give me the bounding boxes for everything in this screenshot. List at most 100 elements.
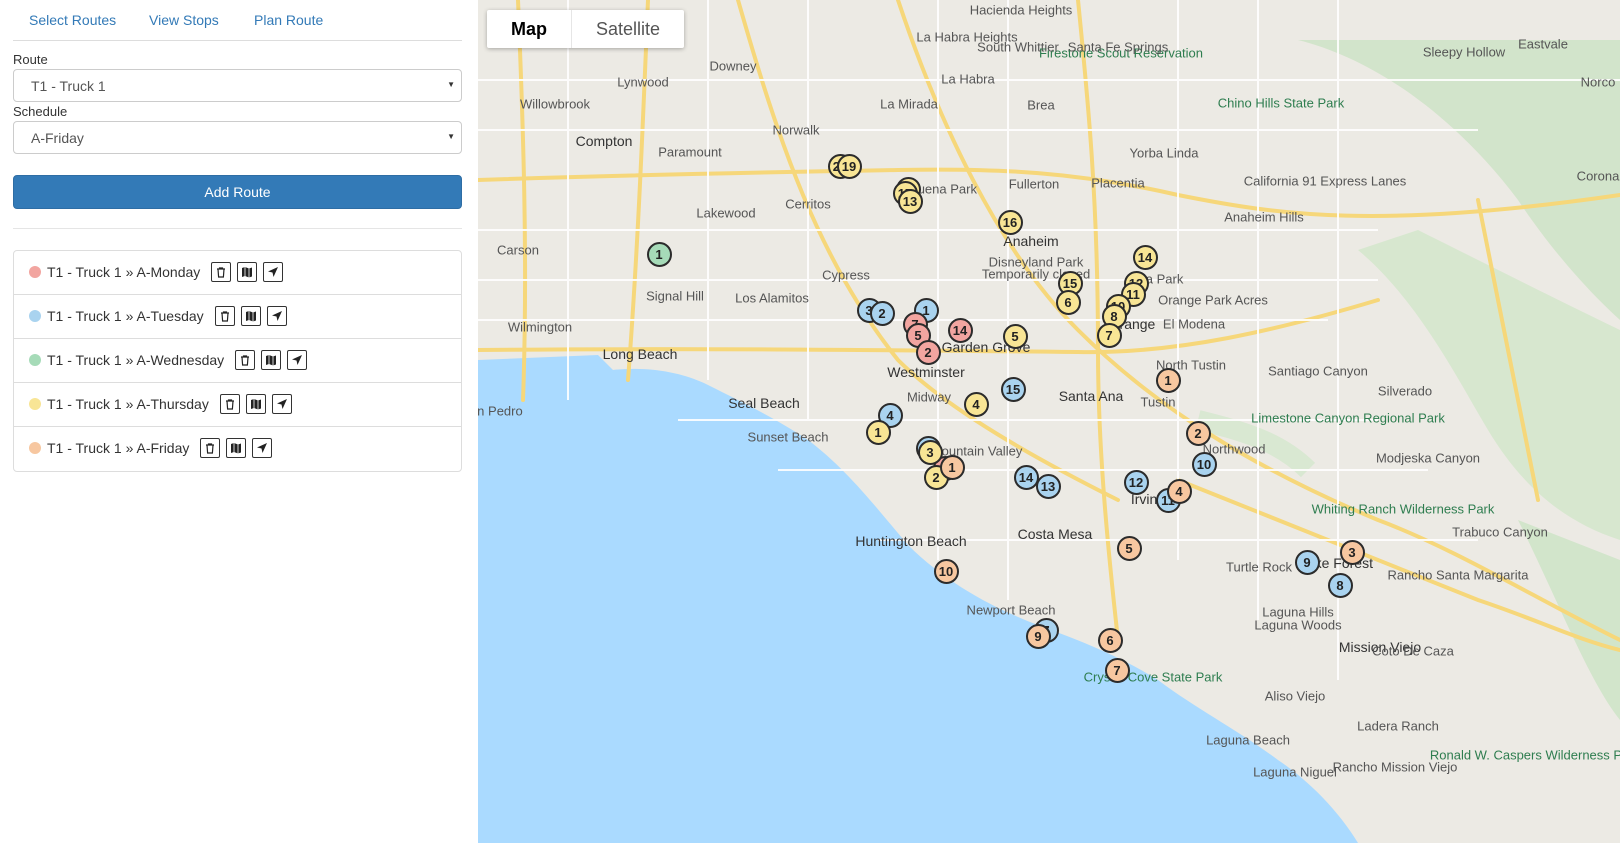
map-place-label: Cerritos: [785, 196, 831, 212]
nav-plan-route[interactable]: Plan Route: [254, 12, 323, 28]
map-place-label: Compton: [575, 133, 633, 149]
stop-marker[interactable]: 4: [963, 391, 989, 417]
map-place-label: Cypress: [822, 267, 870, 283]
map-place-label: Coto De Caza: [1372, 643, 1454, 659]
schedule-label: Schedule: [13, 104, 68, 119]
navigate-button[interactable]: [271, 394, 292, 414]
map[interactable]: Map Satellite Downey Norwalk Paramount Comp…: [478, 0, 1620, 843]
route-item-label: T1 - Truck 1 » A-Friday: [47, 440, 190, 456]
stop-marker[interactable]: 5: [1116, 535, 1142, 561]
navigate-button[interactable]: [252, 438, 273, 458]
navigate-button[interactable]: [287, 350, 308, 370]
route-item-label: T1 - Truck 1 » A-Tuesday: [47, 308, 204, 324]
route-list-item: T1 - Truck 1 » A-Monday: [14, 251, 461, 295]
stop-marker[interactable]: 6: [1055, 289, 1081, 315]
map-place-label: Chino Hills State Park: [1217, 95, 1345, 111]
delete-route-button[interactable]: [219, 394, 240, 414]
schedule-select-value: A-Friday: [31, 130, 84, 146]
map-place-label: Anaheim Hills: [1224, 209, 1304, 225]
map-place-label: Laguna Niguel: [1253, 764, 1337, 780]
stop-marker[interactable]: 6: [1097, 627, 1123, 653]
stop-marker[interactable]: 19: [836, 153, 862, 179]
map-place-label: La Habra Heights: [916, 29, 1018, 45]
map-place-label: Norco: [1580, 74, 1616, 90]
stop-marker[interactable]: 1: [646, 241, 672, 267]
route-label: Route: [13, 52, 48, 67]
map-place-label: Anaheim: [1003, 233, 1059, 249]
route-row: T1 - Truck 1 » A-Monday: [29, 262, 284, 282]
stop-marker[interactable]: 2: [915, 339, 941, 365]
map-place-label: Rancho Santa Margarita: [1387, 567, 1529, 583]
map-place-label: Westminster: [887, 364, 965, 380]
map-place-label: Costa Mesa: [1017, 526, 1093, 542]
delete-route-button[interactable]: [214, 306, 235, 326]
navigate-arrow-icon: [271, 310, 283, 322]
stop-marker[interactable]: 13: [1035, 473, 1061, 499]
route-list-item: T1 - Truck 1 » A-Friday: [14, 427, 461, 471]
route-item-label: T1 - Truck 1 » A-Wednesday: [47, 352, 225, 368]
nav-select-routes[interactable]: Select Routes: [29, 12, 116, 28]
stop-marker[interactable]: 14: [947, 317, 973, 343]
route-color-dot: [29, 398, 41, 410]
map-icon: [230, 442, 242, 454]
trash-icon: [239, 354, 251, 366]
nav-view-stops[interactable]: View Stops: [149, 12, 219, 28]
stop-marker[interactable]: 1: [1155, 367, 1181, 393]
stop-marker[interactable]: 15: [1000, 376, 1026, 402]
route-list: T1 - Truck 1 » A-Monday T1 - Truck 1 » A-…: [13, 250, 462, 472]
route-item-label: T1 - Truck 1 » A-Monday: [47, 264, 201, 280]
map-type-satellite-button[interactable]: Satellite: [572, 10, 684, 48]
stop-marker[interactable]: 1: [865, 419, 891, 445]
route-color-dot: [29, 310, 41, 322]
trash-icon: [219, 310, 231, 322]
map-place-label: Aliso Viejo: [1264, 688, 1326, 704]
view-map-button[interactable]: [237, 262, 258, 282]
schedule-select[interactable]: A-Friday ▼: [13, 121, 462, 154]
navigate-button[interactable]: [263, 262, 284, 282]
delete-route-button[interactable]: [200, 438, 221, 458]
stop-marker[interactable]: 10: [933, 558, 959, 584]
view-map-button[interactable]: [226, 438, 247, 458]
stop-marker[interactable]: 4: [1166, 478, 1192, 504]
stop-marker[interactable]: 9: [1025, 623, 1051, 649]
stop-marker[interactable]: 8: [1327, 572, 1353, 598]
map-place-label: Ladera Ranch: [1357, 718, 1439, 734]
stop-marker[interactable]: 5: [1002, 323, 1028, 349]
stop-marker[interactable]: 10: [1191, 451, 1217, 477]
delete-route-button[interactable]: [235, 350, 256, 370]
stop-marker[interactable]: 3: [1339, 539, 1365, 565]
map-place-label: Sleepy Hollow: [1422, 44, 1506, 60]
stop-marker[interactable]: 7: [1104, 657, 1130, 683]
view-map-button[interactable]: [261, 350, 282, 370]
map-place-label: Hacienda Heights: [969, 2, 1073, 18]
stop-marker[interactable]: 2: [869, 300, 895, 326]
stop-marker[interactable]: 1: [939, 454, 965, 480]
map-place-label: Seal Beach: [728, 395, 800, 411]
map-place-label: Los Alamitos: [735, 290, 809, 306]
route-select[interactable]: T1 - Truck 1 ▼: [13, 69, 462, 102]
delete-route-button[interactable]: [211, 262, 232, 282]
stop-marker[interactable]: 3: [917, 439, 943, 465]
map-icon: [265, 354, 277, 366]
navigate-button[interactable]: [266, 306, 287, 326]
map-icon: [245, 310, 257, 322]
stop-marker[interactable]: 16: [997, 209, 1023, 235]
map-place-label: Tustin: [1140, 394, 1176, 410]
stop-marker[interactable]: 14: [1013, 464, 1039, 490]
map-place-label: La Mirada: [880, 96, 938, 112]
add-route-button[interactable]: Add Route: [13, 175, 462, 209]
stop-marker[interactable]: 12: [1123, 469, 1149, 495]
view-map-button[interactable]: [245, 394, 266, 414]
stop-marker[interactable]: 7: [1096, 322, 1122, 348]
route-select-value: T1 - Truck 1: [31, 78, 106, 94]
stop-marker[interactable]: 14: [1132, 244, 1158, 270]
map-place-label: Santiago Canyon: [1268, 363, 1368, 379]
map-place-label: Ronald W. Caspers Wilderness Park: [1429, 747, 1620, 763]
view-map-button[interactable]: [240, 306, 261, 326]
stop-marker[interactable]: 9: [1294, 549, 1320, 575]
map-place-label: Placentia: [1091, 175, 1145, 191]
stop-marker[interactable]: 13: [897, 188, 923, 214]
map-type-map-button[interactable]: Map: [487, 10, 572, 48]
stop-marker[interactable]: 2: [1185, 420, 1211, 446]
navigate-arrow-icon: [291, 354, 303, 366]
